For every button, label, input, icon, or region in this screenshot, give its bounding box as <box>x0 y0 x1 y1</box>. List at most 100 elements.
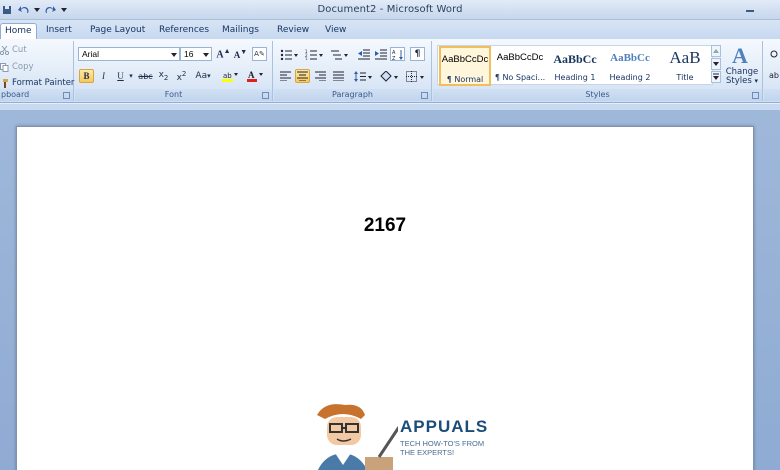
replace-icon[interactable]: ab <box>766 67 780 81</box>
superscript-button[interactable]: x2 <box>174 69 189 83</box>
bold-button[interactable]: B <box>79 69 94 83</box>
tab-home[interactable]: Home <box>0 23 37 39</box>
superscript-icon: x2 <box>176 69 187 83</box>
multilevel-list-button[interactable] <box>328 47 350 61</box>
tab-mailings[interactable]: Mailings <box>220 23 261 39</box>
clear-formatting-button[interactable]: A✎ <box>252 47 267 61</box>
grow-font-button[interactable]: A▲ <box>216 47 231 61</box>
scissors-icon <box>0 45 9 55</box>
align-left-button[interactable] <box>278 69 293 83</box>
format-painter-label: Format Painter <box>12 78 75 88</box>
tab-insert[interactable]: Insert <box>44 23 74 39</box>
cut-label: Cut <box>12 45 27 55</box>
cut-button[interactable]: Cut <box>0 45 27 55</box>
style-no-spacing-sample: AaBbCcDc <box>496 52 544 63</box>
font-size-dropdown-icon <box>203 53 209 57</box>
tab-view[interactable]: View <box>323 23 348 39</box>
subscript-icon: x2 <box>158 70 169 82</box>
title-bar: Document2 - Microsoft Word <box>0 0 780 20</box>
align-right-button[interactable] <box>313 69 328 83</box>
numbering-button[interactable]: 123 <box>303 47 325 61</box>
tab-references[interactable]: References <box>157 23 211 39</box>
change-case-button[interactable]: Aa▾ <box>193 69 213 83</box>
bullets-button[interactable] <box>278 47 300 61</box>
svg-text:A: A <box>248 70 255 80</box>
styles-scroll-up-button[interactable] <box>711 45 721 57</box>
style-heading-1[interactable]: AaBbCc Heading 1 <box>549 46 601 86</box>
editing-group-label <box>764 89 780 101</box>
document-text[interactable]: 2167 <box>17 215 753 237</box>
svg-text:ab: ab <box>769 71 779 79</box>
strikethrough-button[interactable]: abc <box>138 69 153 83</box>
chevron-down-icon <box>713 62 719 66</box>
underline-dropdown-icon[interactable]: ▾ <box>127 69 135 83</box>
strikethrough-icon: abc <box>138 71 153 81</box>
font-dialog-launcher[interactable] <box>262 92 269 99</box>
bold-icon: B <box>83 71 90 81</box>
show-formatting-button[interactable]: ¶ <box>410 47 425 61</box>
line-spacing-icon <box>354 70 372 82</box>
borders-button[interactable] <box>404 69 426 83</box>
italic-icon: I <box>102 71 105 81</box>
font-size-box[interactable]: 16 <box>180 47 212 61</box>
copy-label: Copy <box>12 62 34 72</box>
ribbon: Cut Copy Format Painter pboard Arial 16 … <box>0 39 780 103</box>
appuals-mascot-icon <box>317 404 401 470</box>
font-name-dropdown-icon <box>171 53 177 57</box>
highlight-button[interactable]: ab <box>220 69 240 83</box>
document-area: 2167 APPUALS TECH HOW-TO'S FROM THE EXPER… <box>0 104 780 470</box>
style-heading-2[interactable]: AaBbCc Heading 2 <box>604 46 656 86</box>
svg-text:Z: Z <box>392 56 396 60</box>
subscript-button[interactable]: x2 <box>156 69 171 83</box>
copy-button[interactable]: Copy <box>0 62 34 72</box>
decrease-indent-icon <box>357 49 370 59</box>
grow-font-icon: A▲ <box>216 47 231 61</box>
increase-indent-button[interactable] <box>373 47 388 61</box>
font-color-button[interactable]: A <box>245 69 265 83</box>
style-no-spacing[interactable]: AaBbCcDc ¶ No Spaci... <box>494 46 546 86</box>
font-color-icon: A <box>247 70 263 82</box>
svg-text:A: A <box>732 43 748 65</box>
font-name-box[interactable]: Arial <box>78 47 180 61</box>
styles-group: AaBbCcDc ¶ Normal AaBbCcDc ¶ No Spaci...… <box>433 41 763 101</box>
tab-page-layout[interactable]: Page Layout <box>88 23 147 39</box>
appuals-tagline: TECH HOW-TO'S FROM THE EXPERTS! <box>400 439 485 457</box>
styles-more-button[interactable] <box>711 71 721 83</box>
styles-group-label: Styles <box>433 89 762 101</box>
font-group-label: Font <box>75 89 272 101</box>
minimize-button[interactable] <box>742 2 758 14</box>
paragraph-dialog-launcher[interactable] <box>421 92 428 99</box>
center-button[interactable] <box>295 69 310 83</box>
clipboard-dialog-launcher[interactable] <box>63 92 70 99</box>
font-name-value: Arial <box>82 49 100 59</box>
styles-dialog-launcher[interactable] <box>752 92 759 99</box>
styles-scroll-down-button[interactable] <box>711 58 721 70</box>
decrease-indent-button[interactable] <box>356 47 371 61</box>
style-title[interactable]: AaB Title <box>659 46 711 86</box>
change-styles-button[interactable]: A Change Styles ▾ <box>723 43 761 87</box>
shrink-font-button[interactable]: A▼ <box>233 47 248 61</box>
document-page[interactable]: 2167 APPUALS TECH HOW-TO'S FROM THE EXPER… <box>16 126 754 470</box>
sort-button[interactable]: AZ <box>390 47 405 61</box>
style-title-name: Title <box>676 73 694 82</box>
window-title: Document2 - Microsoft Word <box>317 4 463 15</box>
justify-button[interactable] <box>331 69 346 83</box>
shading-button[interactable] <box>378 69 400 83</box>
copy-icon <box>0 62 9 72</box>
change-case-icon: Aa▾ <box>195 71 211 81</box>
format-painter-button[interactable]: Format Painter <box>0 78 74 88</box>
italic-button[interactable]: I <box>96 69 111 83</box>
font-group: Arial 16 A▲ A▼ A✎ B I U ▾ abc x2 x2 Aa▾ … <box>75 41 273 101</box>
increase-indent-icon <box>374 49 387 59</box>
tab-review[interactable]: Review <box>275 23 311 39</box>
paint-bucket-icon <box>380 70 398 82</box>
find-icon[interactable] <box>766 47 780 61</box>
underline-button[interactable]: U <box>113 69 128 83</box>
line-spacing-button[interactable] <box>352 69 374 83</box>
justify-icon <box>333 71 344 81</box>
change-styles-label-2: Styles ▾ <box>726 76 758 86</box>
change-styles-icon: A <box>732 43 748 68</box>
multilevel-list-icon <box>331 50 348 59</box>
style-normal[interactable]: AaBbCcDc ¶ Normal <box>439 46 491 86</box>
align-center-icon <box>297 71 308 81</box>
